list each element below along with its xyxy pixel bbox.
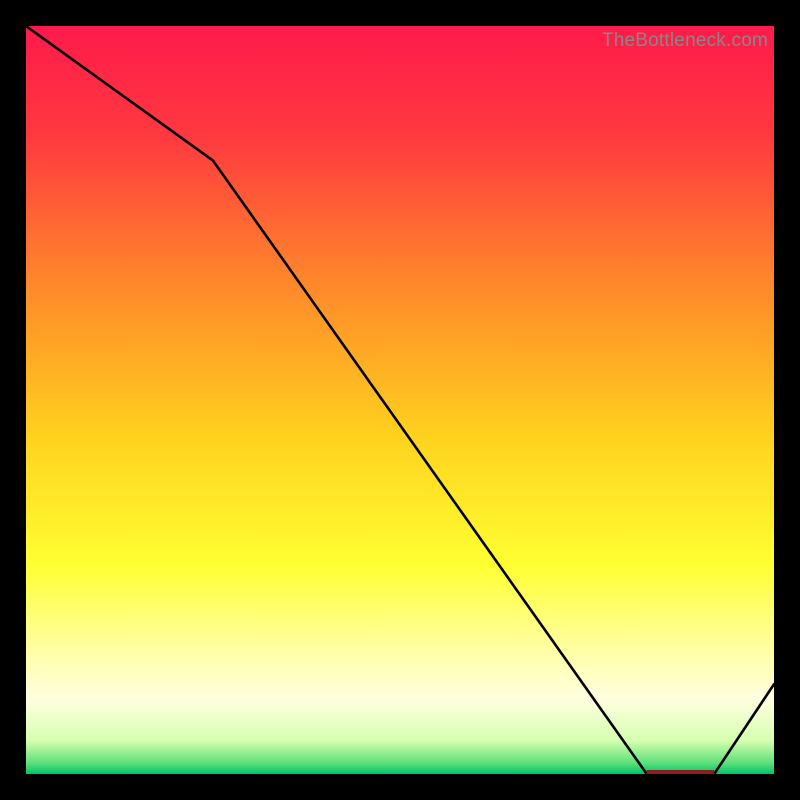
chart-svg <box>26 26 774 774</box>
gradient-background <box>26 26 774 774</box>
chart-frame: TheBottleneck.com <box>26 26 774 774</box>
watermark-text: TheBottleneck.com <box>602 30 768 52</box>
